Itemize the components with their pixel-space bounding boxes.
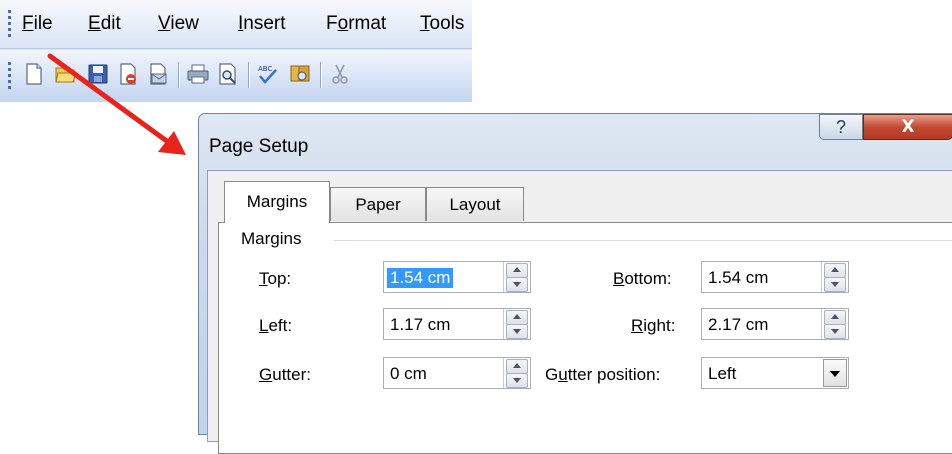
word-toolbar-crop: File Edit View Insert Format Tools ABC: [0, 0, 472, 102]
tab-paper[interactable]: Paper: [330, 187, 426, 221]
margins-group-label: Margins: [241, 229, 302, 248]
print-icon[interactable]: [186, 62, 210, 86]
spelling-icon[interactable]: ABC: [256, 62, 280, 86]
email-icon[interactable]: [146, 62, 170, 86]
spin-down-button[interactable]: [506, 324, 528, 339]
gutter-position-select[interactable]: Left: [701, 357, 849, 389]
dialog-title: Page Setup: [209, 136, 309, 157]
toolbar-separator: [320, 62, 321, 88]
close-button[interactable]: X: [863, 114, 952, 140]
gutter-spinner[interactable]: 0 cm: [383, 357, 531, 389]
new-document-icon[interactable]: [22, 62, 46, 86]
top-label: Top:: [259, 269, 292, 288]
spin-up-button[interactable]: [506, 263, 528, 278]
menu-view[interactable]: View: [158, 13, 199, 35]
dropdown-arrow-icon[interactable]: [823, 359, 847, 387]
dialog-body: Margins Paper Layout Margins Top: 1.54 c…: [207, 170, 952, 454]
top-margin-spinner[interactable]: 1.54 cm: [383, 261, 531, 293]
spin-up-button[interactable]: [824, 310, 846, 325]
right-margin-spinner[interactable]: 2.17 cm: [701, 308, 849, 340]
spin-down-button[interactable]: [506, 373, 528, 388]
margins-tab-panel: Margins Top: 1.54 cm Left: 1.17 cm Gutte…: [218, 222, 952, 454]
bottom-margin-spinner[interactable]: 1.54 cm: [701, 261, 849, 293]
save-icon[interactable]: [86, 62, 110, 86]
spin-up-button[interactable]: [506, 310, 528, 325]
bottom-label: Bottom:: [613, 269, 672, 288]
toolbar-grip[interactable]: [8, 62, 12, 92]
page-setup-dialog: Page Setup ? X Margins Paper Layout Marg…: [198, 113, 952, 454]
left-margin-value[interactable]: 1.17 cm: [390, 315, 450, 335]
menu-bar: File Edit View Insert Format Tools: [0, 0, 472, 49]
top-margin-value[interactable]: 1.54 cm: [387, 268, 454, 288]
spin-down-button[interactable]: [824, 324, 846, 339]
toolbar-separator: [178, 62, 179, 88]
menu-tools[interactable]: Tools: [420, 13, 464, 35]
tab-layout[interactable]: Layout: [426, 187, 524, 221]
group-divider: [334, 240, 952, 241]
menu-file[interactable]: File: [22, 13, 53, 35]
menu-insert[interactable]: Insert: [238, 13, 286, 35]
bottom-margin-value[interactable]: 1.54 cm: [708, 268, 768, 288]
research-icon[interactable]: [288, 62, 312, 86]
menu-format[interactable]: Format: [326, 13, 386, 35]
gutter-label: Gutter:: [259, 365, 311, 384]
tab-margins[interactable]: Margins: [224, 181, 330, 223]
toolbar-separator: [248, 62, 249, 88]
open-folder-icon[interactable]: [54, 62, 78, 86]
spin-down-button[interactable]: [824, 277, 846, 292]
gutter-position-label: Gutter position:: [545, 365, 661, 384]
right-label: Right:: [631, 316, 676, 335]
menubar-grip[interactable]: [8, 10, 12, 40]
spin-up-button[interactable]: [824, 263, 846, 278]
print-preview-icon[interactable]: [216, 62, 240, 86]
gutter-value[interactable]: 0 cm: [390, 364, 427, 384]
left-margin-spinner[interactable]: 1.17 cm: [383, 308, 531, 340]
spin-down-button[interactable]: [506, 277, 528, 292]
svg-text:ABC: ABC: [258, 65, 272, 73]
gutter-position-value[interactable]: Left: [708, 364, 736, 384]
menu-edit[interactable]: Edit: [88, 13, 121, 35]
permission-icon[interactable]: [116, 62, 140, 86]
right-margin-value[interactable]: 2.17 cm: [708, 315, 768, 335]
left-label: Left:: [259, 316, 293, 335]
spin-up-button[interactable]: [506, 359, 528, 374]
cut-icon[interactable]: [328, 62, 352, 86]
help-button[interactable]: ?: [819, 114, 863, 140]
standard-toolbar: ABC: [0, 50, 472, 100]
